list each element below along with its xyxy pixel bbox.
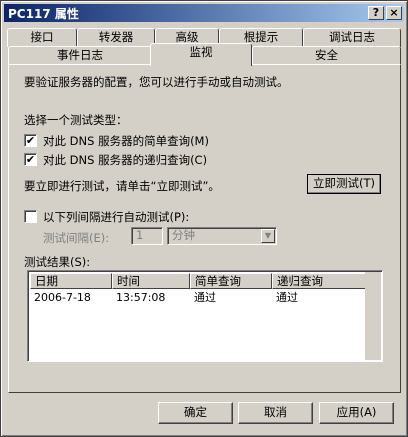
window-title: PC117 属性 (8, 7, 79, 21)
table-cell: 13:57:08 (116, 291, 166, 304)
check-icon: ✔ (25, 153, 36, 166)
interval-label: 测试间隔(E): (43, 231, 110, 245)
cancel-button[interactable]: 取消 (238, 402, 313, 424)
tab-interfaces[interactable]: 接口 (7, 28, 77, 47)
column-header-recursive[interactable]: 递归查询 (272, 273, 368, 289)
tab-forwarders[interactable]: 转发器 (77, 28, 155, 47)
intro-text: 要验证服务器的配置，您可以进行手动或自动测试。 (24, 75, 289, 89)
help-button[interactable]: ? (368, 6, 384, 20)
title-bar: PC117 属性 ? × (4, 4, 404, 22)
auto-test-checkbox[interactable] (24, 210, 37, 223)
tab-security[interactable]: 安全 (252, 46, 401, 65)
tab-event-logging[interactable]: 事件日志 (8, 46, 152, 65)
interval-unit-select[interactable]: 分钟 ▼ (167, 227, 277, 245)
properties-dialog: PC117 属性 ? × 接口 转发器 高级 根提示 调试日志 事件日志 监视 … (0, 0, 408, 437)
column-header-time[interactable]: 时间 (112, 273, 190, 289)
table-cell: 通过 (276, 291, 298, 304)
table-cell: 2006-7-18 (34, 291, 91, 304)
apply-button[interactable]: 应用(A) (319, 402, 394, 424)
simple-query-checkbox[interactable]: ✔ (24, 134, 37, 147)
check-icon: ✔ (25, 134, 36, 147)
column-header-simple[interactable]: 简单查询 (190, 273, 272, 289)
ok-button[interactable]: 确定 (158, 402, 233, 424)
test-now-button[interactable]: 立即测试(T) (307, 174, 381, 194)
simple-query-label[interactable]: 对此 DNS 服务器的简单查询(M) (43, 133, 209, 149)
auto-test-label[interactable]: 以下列间隔进行自动测试(P): (43, 209, 189, 225)
test-now-prompt: 要立即进行测试，请单击“立即测试”。 (24, 179, 220, 193)
tab-monitoring[interactable]: 监视 (150, 43, 252, 66)
chevron-down-icon[interactable]: ▼ (261, 229, 275, 243)
test-type-label: 选择一个测试类型： (24, 113, 128, 127)
vertical-scrollbar[interactable] (365, 272, 381, 360)
interval-input[interactable]: 1 (131, 227, 163, 245)
results-list[interactable]: 日期 时间 简单查询 递归查询 2006-7-18 13:57:08 通过 通过 (27, 270, 383, 362)
recursive-query-checkbox[interactable]: ✔ (24, 153, 37, 166)
close-button[interactable]: × (386, 6, 402, 20)
tab-debug-logging[interactable]: 调试日志 (303, 28, 401, 47)
column-header-date[interactable]: 日期 (30, 273, 112, 289)
table-cell: 通过 (194, 291, 216, 304)
recursive-query-label[interactable]: 对此 DNS 服务器的递归查询(C) (43, 152, 207, 168)
results-label: 测试结果(S): (24, 255, 91, 269)
